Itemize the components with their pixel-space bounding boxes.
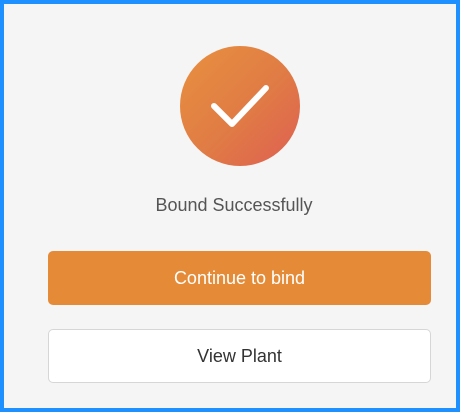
view-plant-label: View Plant [197, 345, 282, 366]
check-circle-icon [180, 46, 300, 166]
status-message: Bound Successfully [155, 195, 313, 215]
continue-to-bind-button[interactable]: Continue to bind [48, 251, 431, 305]
view-plant-button[interactable]: View Plant [48, 329, 431, 383]
dialog-frame: Bound Successfully Continue to bind View… [0, 0, 460, 412]
continue-to-bind-label: Continue to bind [173, 267, 306, 288]
checkmark-icon [211, 85, 269, 127]
